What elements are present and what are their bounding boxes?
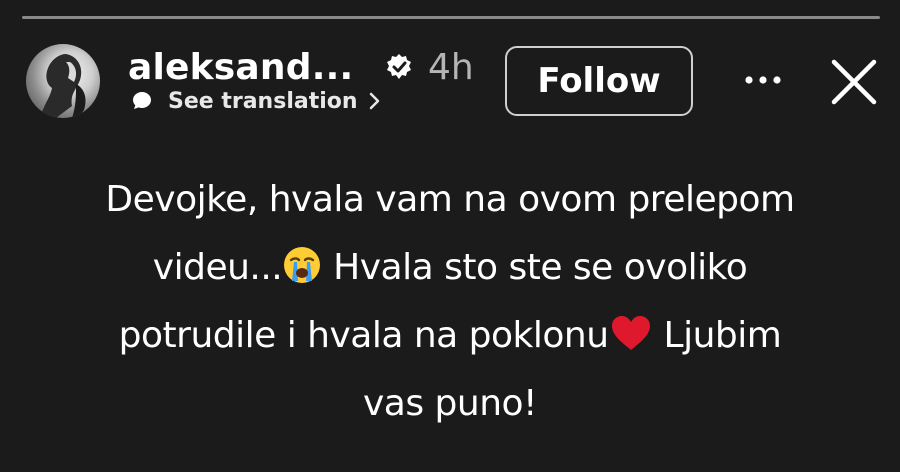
- red-heart-icon: [611, 316, 650, 350]
- caption-line: vas puno!: [362, 383, 538, 424]
- avatar[interactable]: [26, 44, 100, 118]
- avatar-photo-icon: [40, 54, 86, 118]
- progress-segment: [22, 16, 880, 19]
- post-time: 4h: [428, 47, 474, 88]
- caption-text: potrudile i hvala na poklonu: [118, 315, 609, 356]
- story-viewer[interactable]: aleksand... 4h See translation Follow De…: [0, 0, 900, 472]
- see-translation-label: See translation: [168, 88, 358, 114]
- story-caption: Devojke, hvala vam na ovom prelepom vide…: [90, 166, 810, 438]
- story-progress-bar: [22, 16, 880, 20]
- story-header: aleksand... 4h See translation Follow: [0, 38, 900, 124]
- close-icon[interactable]: [828, 56, 880, 108]
- caption-line: Devojke, hvala vam na ovom prelepom: [105, 179, 795, 220]
- caption-line: videu... Hvala sto ste se ovoliko: [90, 234, 810, 302]
- caption-text: videu...: [152, 247, 283, 288]
- caption-text: Hvala sto ste se ovoliko: [322, 247, 748, 288]
- crying-face-icon: [284, 247, 321, 283]
- chat-bubble-icon: [133, 92, 151, 109]
- verified-badge-icon: [387, 54, 411, 79]
- see-translation-link[interactable]: See translation: [130, 88, 382, 114]
- username[interactable]: aleksand...: [128, 46, 353, 90]
- follow-button[interactable]: Follow: [505, 46, 693, 116]
- caption-line: potrudile i hvala na poklonu Ljubim: [90, 302, 810, 370]
- caption-text: Ljubim: [652, 315, 782, 356]
- more-horizontal-icon[interactable]: [742, 66, 784, 94]
- chevron-right-icon: [369, 92, 379, 110]
